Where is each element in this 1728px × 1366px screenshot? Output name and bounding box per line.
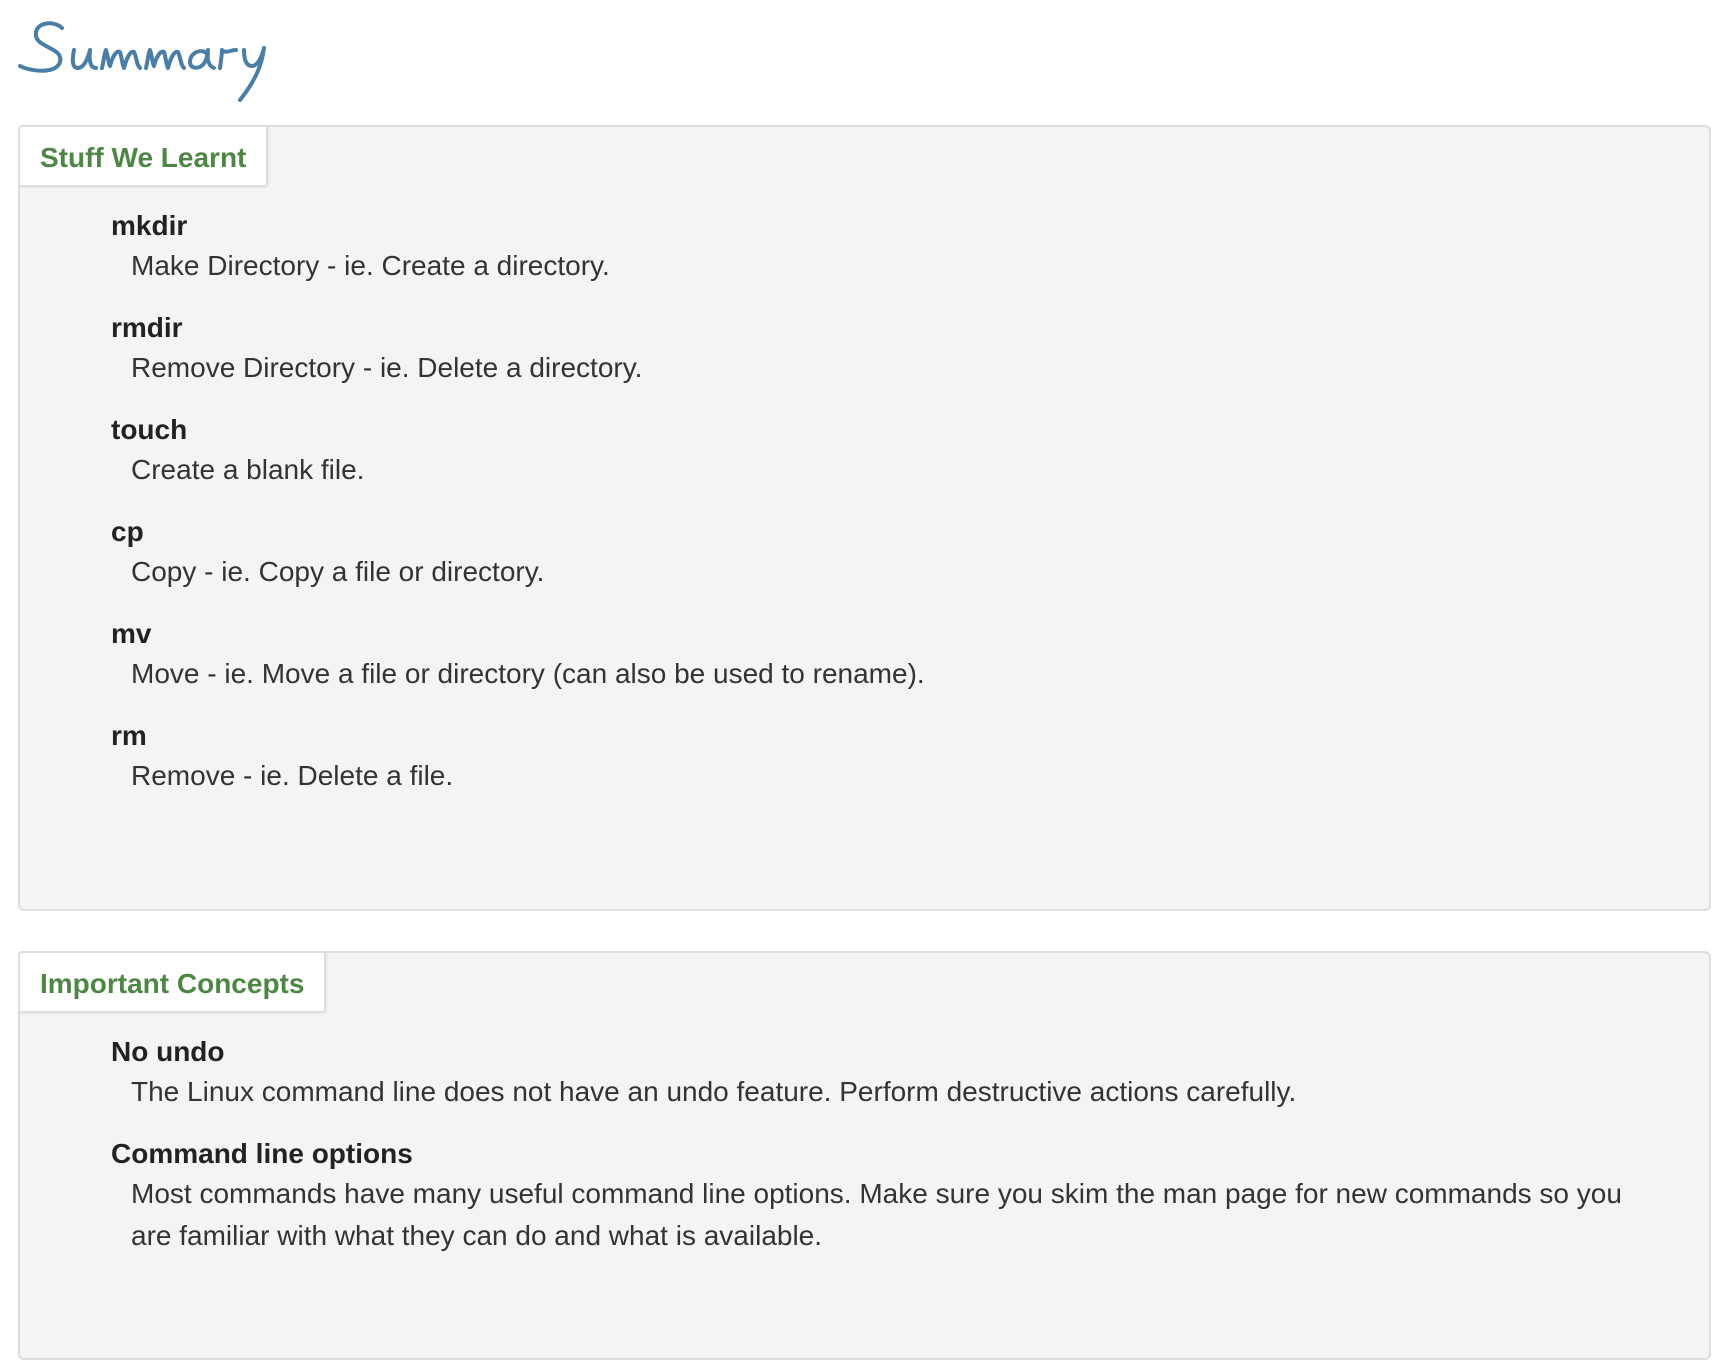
page-title: Summary xyxy=(16,4,316,104)
definition-item: No undo The Linux command line does not … xyxy=(111,1033,1649,1113)
important-concepts-panel: Important Concepts No undo The Linux com… xyxy=(18,951,1711,1360)
definition-term: rmdir xyxy=(111,312,183,343)
definition-item: mv Move - ie. Move a file or directory (… xyxy=(111,615,1649,695)
definition-item: touch Create a blank file. xyxy=(111,411,1649,491)
definition-description: Most commands have many useful command l… xyxy=(131,1178,1622,1251)
definition-item: cp Copy - ie. Copy a file or directory. xyxy=(111,513,1649,593)
definition-description: Move - ie. Move a file or directory (can… xyxy=(131,658,925,689)
definition-list: No undo The Linux command line does not … xyxy=(111,1033,1649,1279)
definition-description: Remove - ie. Delete a file. xyxy=(131,760,454,791)
definition-description: Make Directory - ie. Create a directory. xyxy=(131,250,610,281)
definition-term: rm xyxy=(111,720,147,751)
panel-label: Important Concepts xyxy=(18,951,327,1013)
definition-term: cp xyxy=(111,516,144,547)
definition-item: mkdir Make Directory - ie. Create a dire… xyxy=(111,207,1649,287)
definition-term: mkdir xyxy=(111,210,188,241)
definition-description: Remove Directory - ie. Delete a director… xyxy=(131,352,643,383)
definition-description: Copy - ie. Copy a file or directory. xyxy=(131,556,545,587)
definition-term: touch xyxy=(111,414,188,445)
stuff-we-learnt-panel: Stuff We Learnt mkdir Make Directory - i… xyxy=(18,125,1711,911)
definition-item: rm Remove - ie. Delete a file. xyxy=(111,717,1649,797)
definition-description: The Linux command line does not have an … xyxy=(131,1076,1297,1107)
panel-label: Stuff We Learnt xyxy=(18,125,269,187)
definition-item: Command line options Most commands have … xyxy=(111,1135,1649,1257)
definition-term: Command line options xyxy=(111,1138,413,1169)
definition-list: mkdir Make Directory - ie. Create a dire… xyxy=(111,207,1649,819)
definition-item: rmdir Remove Directory - ie. Delete a di… xyxy=(111,309,1649,389)
definition-term: mv xyxy=(111,618,152,649)
definition-term: No undo xyxy=(111,1036,225,1067)
definition-description: Create a blank file. xyxy=(131,454,365,485)
summary-handwritten-title xyxy=(18,21,266,102)
page: Summary Stuff We Learnt mkdir Make Direc… xyxy=(0,0,1728,1366)
